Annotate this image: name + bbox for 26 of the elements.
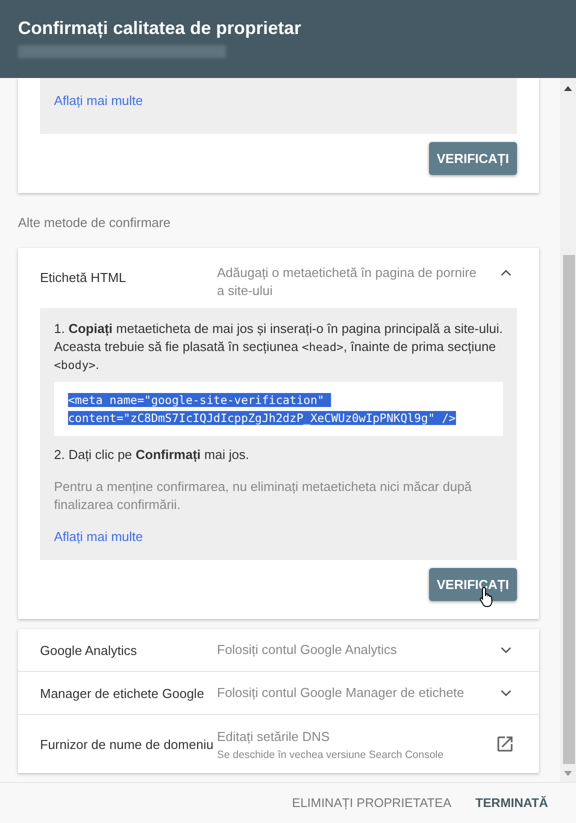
method-name: Etichetă HTML [40, 269, 127, 285]
method-name: Manager de etichete Google [40, 686, 206, 700]
method-description: Folosiți contul Google Analytics [217, 641, 398, 659]
learn-more-link[interactable]: Aflați mai multe [54, 529, 143, 544]
done-button[interactable]: TERMINATĂ [465, 792, 558, 814]
section-label: Alte metode de confirmare [18, 215, 172, 230]
scrollbar[interactable] [560, 78, 576, 782]
instruction-text: 2. Dați clic pe Confirmați mai jos. [54, 446, 250, 464]
method-note: Se deschide în vechea versiune Search Console [217, 748, 444, 760]
method-description: Folosiți contul Google Manager de etichete [217, 684, 466, 702]
method-description: Adăugați o metaetichetă în pagina de pornire a site-ului [217, 264, 478, 300]
method-row[interactable]: Manager de etichete Google Folosiți contul Google Manager de etichete [18, 672, 539, 715]
learn-more-link[interactable]: Aflați mai multe [54, 93, 143, 108]
note-text: Pentru a menține confirmarea, nu eliminați metaeticheta nici măcar după finalizarea confirmării. [54, 478, 473, 514]
instruction-text: 1. Copiați metaeticheta de mai jos și inserați-o în pagina principală a site-ului. Aceasta trebuie să fie plasată în secțiunea <head>, înainte de prima secțiune <body>. [54, 320, 503, 374]
method-description: Editați setările DNS [217, 728, 331, 746]
method-row[interactable]: Google Analytics Folosiți contul Google Analytics [18, 629, 539, 672]
method-name: Google Analytics [40, 642, 138, 658]
external-link-icon[interactable] [495, 734, 515, 754]
verify-button[interactable]: VERIFICAȚI [428, 568, 517, 601]
remove-property-button[interactable]: ELIMINAȚI PROPRIETATEA [282, 792, 462, 814]
code-snippet[interactable]: <meta name="google-site-verification" content="zC8DmS7IcIQJdIcppZgJh2dzP_XeCWUz0wIpPNKQl9g" /> [54, 382, 503, 436]
method-row[interactable]: Furnizor de nume de domeniu Editați setările DNS Se deschide în vechea versiune Search Console [18, 715, 539, 773]
dialog-title: Confirmați calitatea de proprietar [18, 17, 302, 39]
method-name: Furnizor de nume de domeniu [40, 736, 214, 752]
verify-button[interactable]: VERIFICAȚI [428, 142, 517, 175]
